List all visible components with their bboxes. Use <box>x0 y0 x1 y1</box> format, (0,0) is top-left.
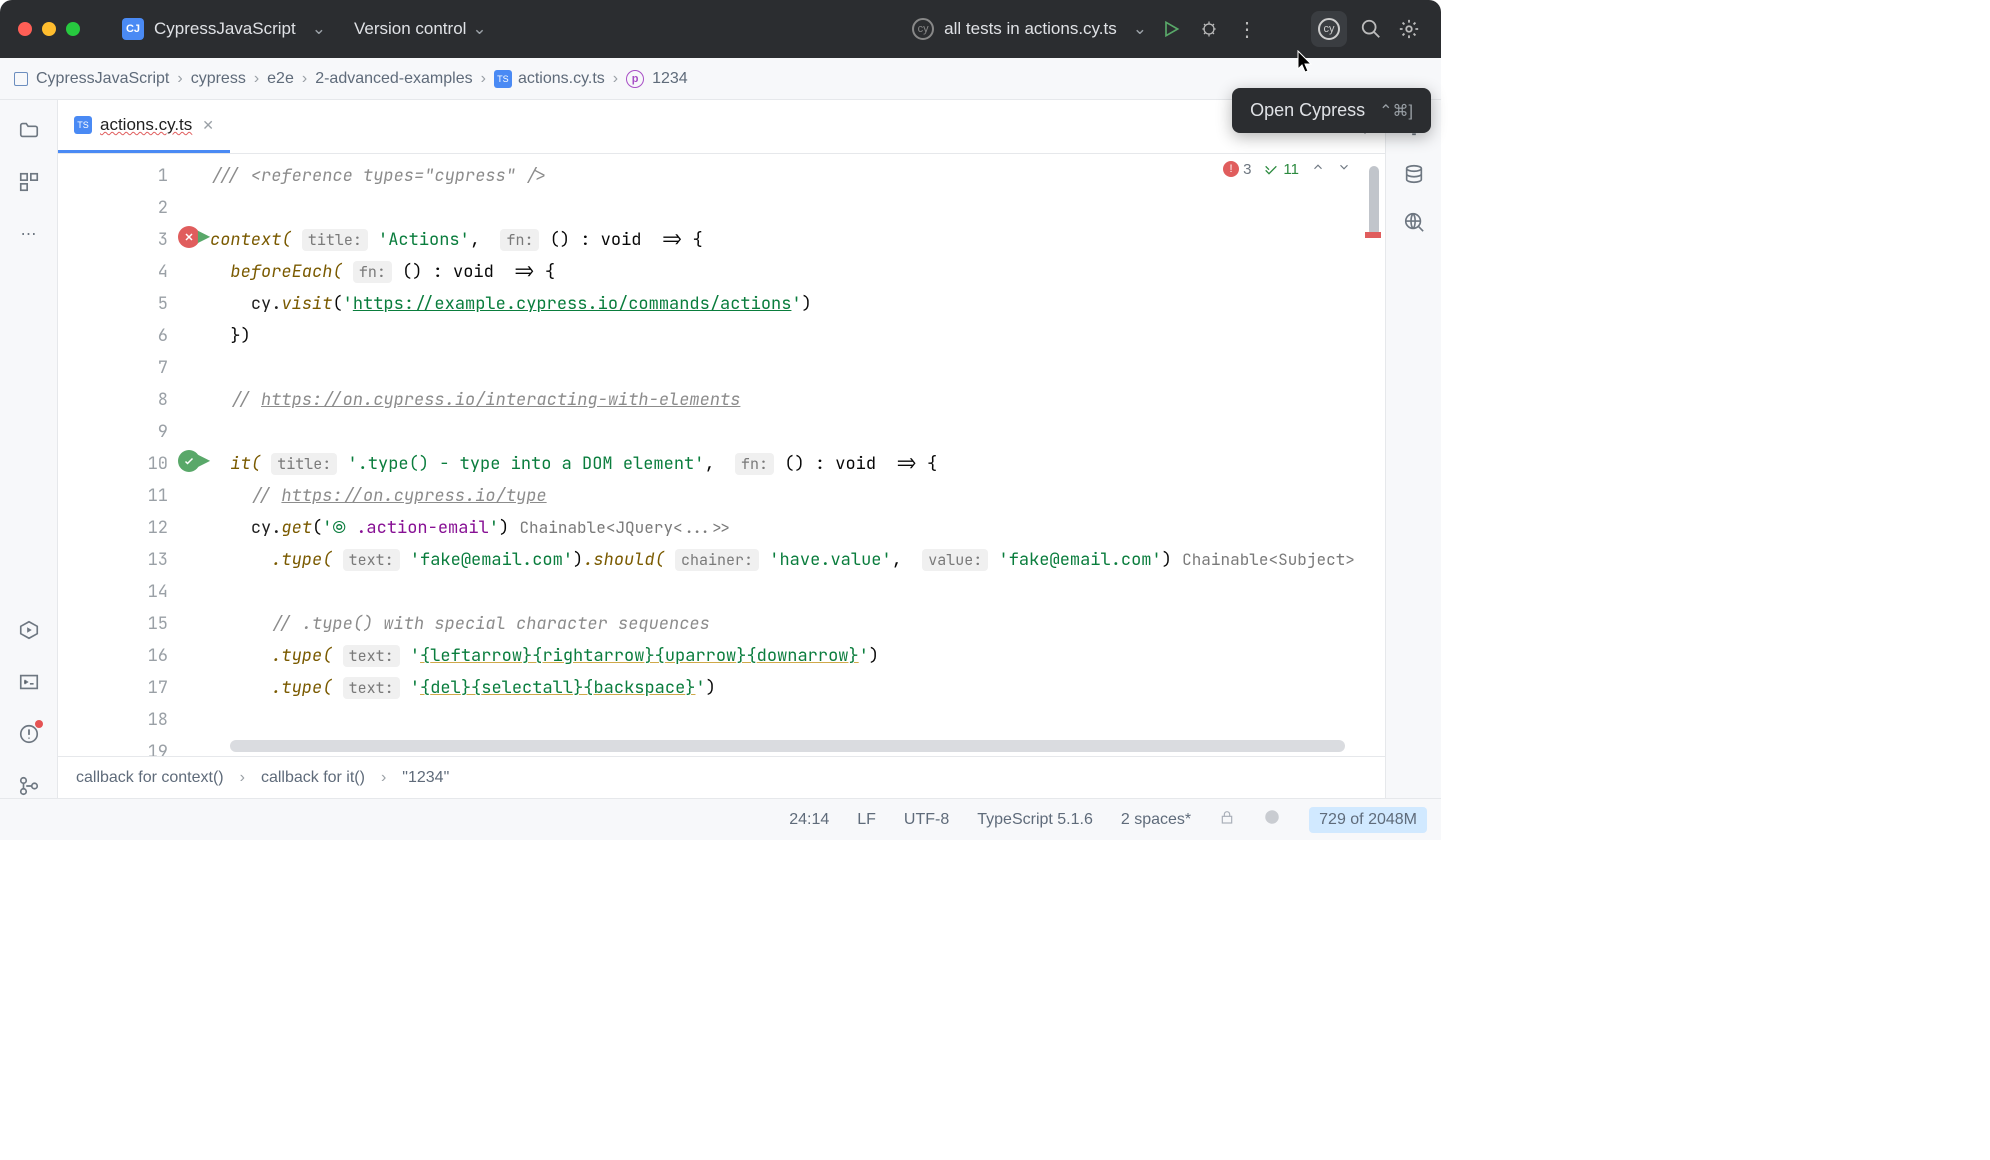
caret-position[interactable]: 24:14 <box>789 811 829 829</box>
prev-highlight[interactable] <box>1311 160 1325 178</box>
settings-button[interactable] <box>1395 15 1423 43</box>
open-cypress-button[interactable]: cy <box>1311 11 1347 47</box>
titlebar: CJ CypressJavaScript ⌄ Version control ⌄… <box>0 0 1441 58</box>
module-icon <box>14 72 28 86</box>
language-level[interactable]: TypeScript 5.1.6 <box>977 811 1093 829</box>
project-dropdown[interactable]: CJ CypressJavaScript ⌄ <box>114 14 334 44</box>
run-config-label: all tests in actions.cy.ts <box>944 19 1117 39</box>
cypress-icon: cy <box>1318 18 1340 40</box>
terminal-tool-icon[interactable] <box>17 670 41 694</box>
breadcrumb-file[interactable]: actions.cy.ts <box>518 70 605 88</box>
chevron-right-icon: › <box>481 70 486 88</box>
tab-label: actions.cy.ts <box>100 115 192 135</box>
cypress-icon: cy <box>912 18 934 40</box>
window-controls <box>18 22 80 36</box>
run-button[interactable] <box>1157 15 1185 43</box>
indent-setting[interactable]: 2 spaces* <box>1121 811 1191 829</box>
minimize-window-icon[interactable] <box>42 22 56 36</box>
line-ending[interactable]: LF <box>857 811 876 829</box>
close-tab-icon[interactable]: ✕ <box>202 117 214 134</box>
mouse-cursor-icon <box>1297 50 1315 76</box>
error-icon: ! <box>1223 161 1239 177</box>
web-search-icon[interactable] <box>1402 210 1426 234</box>
code-editor[interactable]: ! 3 11 123 456 789 101112 131 <box>58 154 1385 756</box>
maximize-window-icon[interactable] <box>66 22 80 36</box>
crumb-item[interactable]: callback for it() <box>261 769 365 787</box>
encoding[interactable]: UTF-8 <box>904 811 949 829</box>
vcs-dropdown[interactable]: Version control ⌄ <box>354 19 487 39</box>
tab-actions[interactable]: TS actions.cy.ts ✕ <box>58 100 230 153</box>
tooltip-label: Open Cypress <box>1250 100 1365 121</box>
database-tool-icon[interactable] <box>1402 162 1426 186</box>
memory-indicator[interactable]: 729 of 2048M <box>1309 807 1427 833</box>
structure-breadcrumb: callback for context() › callback for it… <box>58 756 1385 798</box>
chevron-right-icon: › <box>613 70 618 88</box>
chevron-right-icon: › <box>302 70 307 88</box>
chevron-right-icon: › <box>254 70 259 88</box>
error-count-label: 3 <box>1243 161 1251 178</box>
line-numbers: 123 456 789 101112 131415 161718 19 <box>58 154 176 756</box>
error-count[interactable]: ! 3 <box>1223 161 1251 178</box>
property-icon: p <box>626 70 644 88</box>
project-name: CypressJavaScript <box>154 19 296 39</box>
breadcrumb: CypressJavaScript › cypress › e2e › 2-ad… <box>0 58 1441 100</box>
editor-tabs: TS actions.cy.ts ✕ ⋮ <box>58 100 1385 154</box>
readonly-lock-icon[interactable] <box>1219 809 1235 830</box>
run-config-dropdown[interactable]: cy all tests in actions.cy.ts ⌄ <box>912 18 1147 40</box>
breadcrumb-item[interactable]: e2e <box>267 70 294 88</box>
code-body[interactable]: /// <reference types="cypress" /> contex… <box>210 154 1385 756</box>
left-tool-strip: ⋯ <box>0 100 58 798</box>
ts-file-icon: TS <box>494 70 512 88</box>
run-test-icon[interactable]: ▶ <box>193 449 215 471</box>
scroll-thumb[interactable] <box>1369 166 1379 236</box>
run-gutter: ▶ ▶ <box>176 154 210 756</box>
vcs-tool-icon[interactable] <box>17 774 41 798</box>
next-highlight[interactable] <box>1337 160 1351 178</box>
close-window-icon[interactable] <box>18 22 32 36</box>
crumb-item[interactable]: "1234" <box>402 769 449 787</box>
problems-tool-icon[interactable] <box>17 722 41 746</box>
warning-count-label: 11 <box>1283 161 1299 178</box>
status-bar: 24:14 LF UTF-8 TypeScript 5.1.6 2 spaces… <box>0 798 1441 840</box>
chevron-right-icon: › <box>177 70 182 88</box>
tooltip-shortcut: ⌃⌘] <box>1379 101 1413 121</box>
debug-button[interactable] <box>1195 15 1223 43</box>
error-stripe[interactable] <box>1363 154 1381 756</box>
run-test-icon[interactable]: ▶ <box>193 225 215 247</box>
chevron-down-icon: ⌄ <box>312 19 326 39</box>
status-indicator-icon[interactable] <box>1263 808 1281 831</box>
breadcrumb-item[interactable]: CypressJavaScript <box>36 70 169 88</box>
chevron-down-icon: ⌄ <box>1133 19 1147 39</box>
ts-file-icon: TS <box>74 116 92 134</box>
project-icon: CJ <box>122 18 144 40</box>
weak-warning-count[interactable]: 11 <box>1263 161 1299 178</box>
run-tool-icon[interactable] <box>17 618 41 642</box>
breadcrumb-property[interactable]: 1234 <box>652 70 688 88</box>
project-tool-icon[interactable] <box>17 118 41 142</box>
structure-tool-icon[interactable] <box>17 170 41 194</box>
open-cypress-tooltip: Open Cypress ⌃⌘] <box>1232 88 1431 133</box>
breadcrumb-item[interactable]: 2-advanced-examples <box>315 70 472 88</box>
search-button[interactable] <box>1357 15 1385 43</box>
horizontal-scrollbar[interactable] <box>230 740 1345 752</box>
more-menu[interactable]: ⋮ <box>1233 15 1261 43</box>
error-mark[interactable] <box>1365 232 1381 238</box>
crumb-item[interactable]: callback for context() <box>76 769 224 787</box>
chevron-down-icon: ⌄ <box>472 19 486 39</box>
right-tool-strip <box>1385 100 1441 798</box>
more-tool-icon[interactable]: ⋯ <box>17 222 41 246</box>
inspection-summary[interactable]: ! 3 11 <box>1223 160 1351 178</box>
breadcrumb-item[interactable]: cypress <box>191 70 246 88</box>
vcs-label: Version control <box>354 19 466 39</box>
